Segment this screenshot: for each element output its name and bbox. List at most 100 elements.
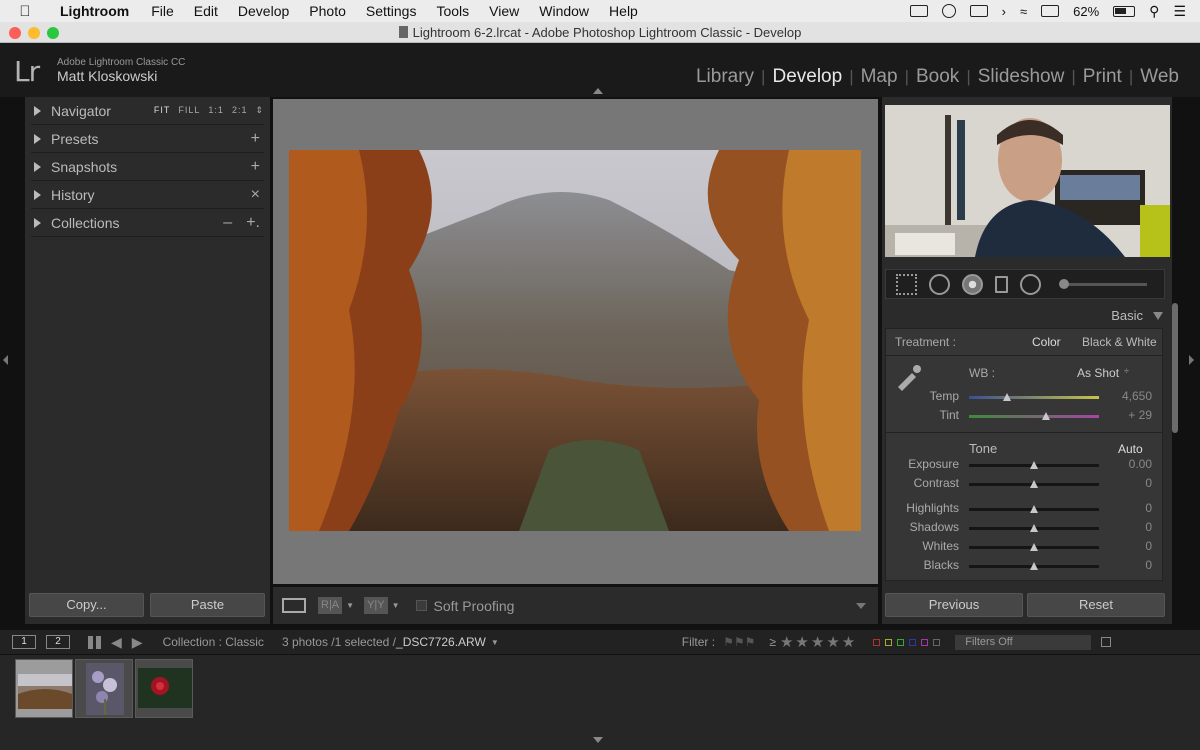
zoom-fit[interactable]: FIT	[154, 105, 171, 116]
slider-value-contrast[interactable]: 0	[1102, 476, 1152, 490]
secondary-window-button[interactable]: 2	[46, 635, 70, 649]
treatment-color-option[interactable]: Color	[1032, 335, 1061, 349]
wb-dropdown-icon[interactable]: ÷	[1124, 366, 1129, 376]
zoom-fill[interactable]: FILL	[178, 105, 200, 116]
loupe-view[interactable]	[273, 99, 878, 584]
menu-file[interactable]: File	[141, 3, 184, 19]
auto-tone-button[interactable]: Auto	[1118, 442, 1143, 456]
menu-photo[interactable]: Photo	[299, 3, 356, 19]
before-after-yy-button[interactable]: Y|Y	[364, 597, 388, 614]
menu-app-lightroom[interactable]: Lightroom	[50, 3, 141, 19]
slider-thumb-contrast[interactable]	[1030, 480, 1038, 488]
module-develop[interactable]: Develop	[765, 66, 849, 88]
slider-value-exposure[interactable]: 0.00	[1102, 457, 1152, 471]
module-library[interactable]: Library	[689, 66, 761, 88]
history-panel-header[interactable]: History ×	[31, 181, 264, 209]
slider-value-shadows[interactable]: 0	[1102, 520, 1152, 534]
graduated-filter-tool-icon[interactable]	[995, 275, 1008, 293]
presets-panel-header[interactable]: Presets +	[31, 125, 264, 153]
collapse-basic-icon[interactable]	[1153, 312, 1163, 320]
main-photo[interactable]	[289, 150, 861, 531]
minimize-window-button[interactable]	[28, 27, 40, 39]
battery-icon[interactable]	[1113, 5, 1136, 17]
before-after-ra-button[interactable]: R|A	[318, 597, 343, 614]
collapse-filmstrip-arrow-icon[interactable]	[593, 737, 603, 743]
slider-value-highlights[interactable]: 0	[1102, 501, 1152, 515]
filmstrip-thumbnail-2[interactable]	[75, 659, 133, 718]
red-eye-tool-icon[interactable]	[962, 273, 983, 295]
add-snapshot-button[interactable]: +	[251, 158, 260, 176]
toolbar-menu-icon[interactable]	[856, 602, 866, 609]
collapse-right-panel-arrow-icon[interactable]	[1189, 355, 1194, 365]
wb-value-dropdown[interactable]: As Shot	[1077, 366, 1119, 380]
menu-tools[interactable]: Tools	[426, 3, 479, 19]
spot-removal-tool-icon[interactable]	[929, 273, 950, 295]
soft-proofing-checkbox[interactable]	[415, 600, 427, 611]
slider-value-temp[interactable]: 4,650	[1102, 389, 1152, 403]
loupe-view-icon[interactable]	[282, 598, 306, 613]
close-window-button[interactable]	[9, 27, 21, 39]
slider-thumb-whites[interactable]	[1030, 543, 1038, 551]
slider-thumb-temp[interactable]	[1002, 393, 1011, 401]
zoom-2-1[interactable]: 2:1	[232, 105, 248, 116]
reset-button[interactable]: Reset	[1027, 593, 1165, 617]
add-collection-button[interactable]: +.	[246, 214, 260, 232]
menu-develop[interactable]: Develop	[228, 3, 299, 19]
wifi-icon[interactable]: ≈	[1020, 4, 1027, 19]
menu-view[interactable]: View	[479, 3, 529, 19]
filter-lock-icon[interactable]	[1101, 637, 1112, 647]
collection-name[interactable]: Collection : Classic	[163, 635, 264, 649]
zoom-window-button[interactable]	[47, 27, 59, 39]
apple-menu-icon[interactable]: 	[0, 3, 50, 20]
flag-filter-icons[interactable]: ⚑⚑⚑	[723, 635, 755, 649]
wb-eyedropper-icon[interactable]	[894, 361, 924, 391]
snapshots-panel-header[interactable]: Snapshots +	[31, 153, 264, 181]
rating-filter-stars[interactable]: ★★★★★	[780, 633, 857, 651]
rating-operator[interactable]: ≥	[769, 635, 776, 649]
main-window-button[interactable]: 1	[12, 635, 36, 649]
add-preset-button[interactable]: +	[251, 130, 260, 148]
slider-thumb-blacks[interactable]	[1030, 562, 1038, 570]
filmstrip-thumbnail-1[interactable]	[15, 659, 73, 718]
slider-value-tint[interactable]: + 29	[1102, 408, 1152, 422]
adjustment-brush-slider[interactable]	[1059, 278, 1147, 289]
collapse-top-panel-arrow-icon[interactable]	[593, 88, 603, 94]
paste-settings-button[interactable]: Paste	[150, 593, 265, 617]
slider-value-whites[interactable]: 0	[1102, 539, 1152, 553]
forward-arrow-icon[interactable]: ▶	[132, 634, 143, 651]
slider-thumb-exposure[interactable]	[1030, 461, 1038, 469]
airplay-icon[interactable]	[1041, 5, 1060, 17]
menu-help[interactable]: Help	[599, 3, 648, 19]
filmstrip-thumbnail-3[interactable]	[135, 659, 193, 718]
module-slideshow[interactable]: Slideshow	[971, 66, 1072, 88]
grid-view-icon[interactable]	[88, 635, 101, 649]
filename-dropdown-icon[interactable]: ▼	[491, 638, 499, 647]
notification-center-icon[interactable]: ☰	[1173, 3, 1186, 20]
collections-panel-header[interactable]: Collections – +.	[31, 209, 264, 237]
zoom-1-1[interactable]: 1:1	[208, 105, 224, 116]
camera-icon[interactable]	[909, 5, 928, 17]
module-map[interactable]: Map	[854, 66, 905, 88]
basic-panel-header[interactable]: Basic	[885, 305, 1165, 327]
slider-track-tint[interactable]	[969, 415, 1099, 418]
previous-button[interactable]: Previous	[885, 593, 1023, 617]
back-arrow-icon[interactable]: ◀	[111, 634, 122, 651]
crop-overlay-tool-icon[interactable]	[896, 273, 917, 295]
creative-cloud-icon[interactable]	[941, 4, 956, 18]
slider-thumb-highlights[interactable]	[1030, 505, 1038, 513]
menu-settings[interactable]: Settings	[356, 3, 427, 19]
remove-collection-button[interactable]: –	[223, 214, 232, 232]
ra-dropdown-icon[interactable]: ▼	[346, 601, 354, 610]
yy-dropdown-icon[interactable]: ▼	[392, 601, 400, 610]
slider-value-blacks[interactable]: 0	[1102, 558, 1152, 572]
menu-edit[interactable]: Edit	[184, 3, 228, 19]
right-panel-scrollbar[interactable]	[1172, 303, 1178, 433]
module-book[interactable]: Book	[909, 66, 966, 88]
spotlight-search-icon[interactable]: ⚲	[1149, 3, 1159, 20]
treatment-bw-option[interactable]: Black & White	[1082, 335, 1157, 349]
menu-window[interactable]: Window	[529, 3, 599, 19]
slider-thumb-tint[interactable]	[1041, 412, 1050, 420]
zoom-more-icon[interactable]: ⇕	[255, 105, 264, 116]
selected-filename[interactable]: _DSC7726.ARW	[396, 635, 486, 649]
slider-track-temp[interactable]	[969, 396, 1099, 399]
